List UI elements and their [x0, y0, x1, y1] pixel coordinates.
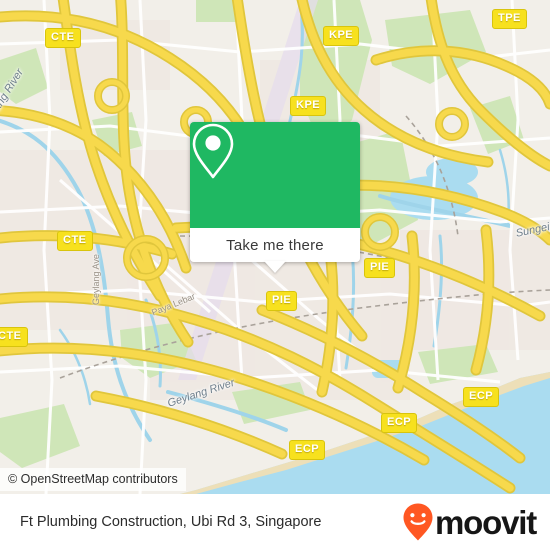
road-shield-pie-1: PIE: [364, 258, 396, 278]
road-shield-ecp-2: ECP: [381, 413, 418, 433]
road-shield-ecp-1: ECP: [463, 387, 500, 407]
road-shield-cte-3: CTE: [0, 327, 28, 347]
take-me-there-label: Take me there: [226, 236, 324, 254]
road-shield-cte-1: CTE: [45, 28, 81, 48]
screenshot-root: CTE KPE TPE KPE CTE CTE PIE PIE ECP ECP …: [0, 0, 550, 550]
card-pointer: [264, 261, 286, 273]
footer-bar: Ft Plumbing Construction, Ubi Rd 3, Sing…: [0, 494, 550, 550]
take-me-there-button[interactable]: Take me there: [190, 228, 360, 262]
location-pin-icon: [192, 123, 234, 179]
road-shield-cte-2: CTE: [57, 231, 93, 251]
osm-attribution[interactable]: © OpenStreetMap contributors: [0, 468, 186, 491]
road-shield-tpe: TPE: [492, 9, 527, 29]
moovit-smiley-pin-icon: [403, 503, 433, 541]
place-title: Ft Plumbing Construction, Ubi Rd 3, Sing…: [20, 514, 322, 530]
road-shield-kpe-1: KPE: [323, 26, 360, 46]
moovit-brand[interactable]: moovit: [402, 502, 537, 542]
road-shield-kpe-2: KPE: [290, 96, 327, 116]
road-shield-ecp-3: ECP: [289, 440, 326, 460]
card-pin-area: [190, 122, 360, 228]
street-label-geylang-ave: Geylang Ave: [91, 254, 101, 305]
road-shield-pie-2: PIE: [266, 291, 298, 311]
moovit-wordmark: moovit: [435, 503, 537, 541]
take-me-there-card[interactable]: Take me there: [190, 122, 360, 262]
map-canvas[interactable]: CTE KPE TPE KPE CTE CTE PIE PIE ECP ECP …: [0, 0, 550, 494]
